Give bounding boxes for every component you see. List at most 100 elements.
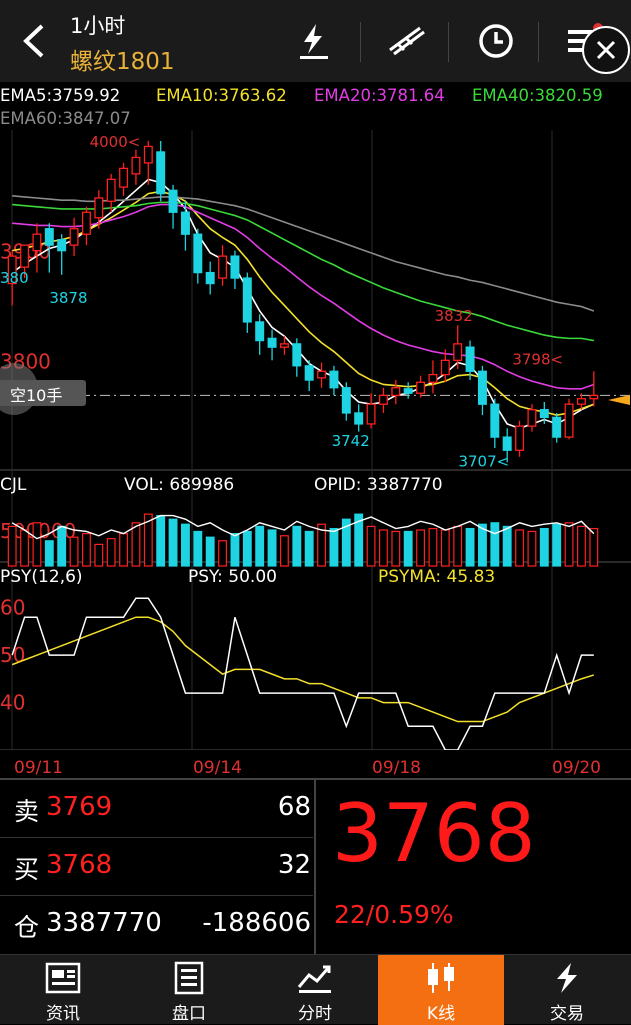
- tab-trade[interactable]: 交易: [504, 955, 630, 1025]
- psy-line: [11, 597, 594, 750]
- date-label: 09/18: [372, 758, 421, 778]
- volume-bar: [527, 530, 537, 567]
- candle-body: [69, 228, 79, 246]
- tab-orderbook[interactable]: 盘口: [126, 955, 252, 1025]
- current-price-arrow: [608, 395, 630, 405]
- volume-bar: [181, 523, 190, 567]
- psy-axis-label: 40: [0, 691, 25, 715]
- candle-body: [539, 409, 549, 419]
- ask-volume: 68: [277, 792, 311, 822]
- candle-body: [218, 255, 228, 279]
- volume-bar: [57, 525, 67, 567]
- draw-line-icon[interactable]: [384, 20, 428, 62]
- volume-bar: [329, 527, 339, 567]
- back-arrow-icon[interactable]: [18, 22, 50, 60]
- volume-bar: [539, 527, 549, 567]
- ema20-line: [12, 203, 595, 390]
- candle-body: [279, 343, 289, 348]
- news-icon: [45, 962, 81, 994]
- ema60-value: EMA60:3847.07: [0, 109, 131, 128]
- volume-bar: [230, 532, 240, 567]
- volume-bar: [304, 530, 314, 567]
- timeshare-icon: [297, 965, 331, 993]
- volume-bar: [267, 529, 277, 567]
- candle-body: [465, 346, 475, 372]
- psy-value: PSY: 50.00: [188, 567, 277, 587]
- tab-label: 交易: [550, 1004, 584, 1024]
- tab-news[interactable]: 资讯: [0, 955, 126, 1025]
- ema5-value: EMA5:3759.92: [0, 86, 121, 105]
- candle-body: [564, 403, 574, 438]
- psyma-value: PSYMA: 45.83: [378, 567, 495, 587]
- candle-body: [453, 343, 463, 361]
- bid-row[interactable]: 买 3768 32: [0, 838, 313, 896]
- candle-body: [329, 370, 339, 389]
- candle-body: [440, 359, 450, 376]
- candle-body: [490, 403, 500, 438]
- volume-bar: [589, 527, 599, 567]
- volume-bar: [490, 522, 500, 567]
- candle-body: [317, 370, 327, 379]
- oi-change: -188606: [202, 908, 311, 938]
- candle-body: [341, 387, 351, 414]
- volume-bar: [82, 532, 91, 567]
- kline-chart[interactable]: 390038004000<3878383237423798<3707<380CJ…: [0, 130, 631, 750]
- kline-icon: [428, 963, 454, 993]
- candle-body: [20, 244, 30, 268]
- bid-label: 买: [14, 855, 40, 884]
- quote-panel: 卖 3769 68 买 3768 32 仓 3387770 -188606 37…: [0, 778, 631, 956]
- candle-body: [366, 403, 376, 425]
- tab-kline[interactable]: K线: [378, 955, 504, 1025]
- candle-body: [255, 321, 265, 342]
- volume-bar: [502, 525, 512, 567]
- clock-icon[interactable]: [474, 20, 518, 62]
- close-button[interactable]: [582, 26, 630, 74]
- period-label[interactable]: 1小时: [70, 10, 125, 40]
- volume-bar: [168, 518, 178, 567]
- volume-bar: [428, 527, 438, 567]
- ask-row[interactable]: 卖 3769 68: [0, 780, 313, 838]
- candle-body: [391, 387, 401, 397]
- last-price: 3768: [332, 787, 536, 880]
- candle-body: [156, 151, 166, 195]
- volume-panel-title: CJL: [0, 475, 27, 495]
- volume-bar: [564, 522, 574, 567]
- volume-bar: [453, 525, 463, 567]
- volume-bar: [193, 530, 203, 567]
- tab-label: 分时: [298, 1004, 332, 1024]
- lightning-icon[interactable]: [292, 20, 336, 62]
- tab-timeshare[interactable]: 分时: [252, 955, 378, 1025]
- volume-bar: [478, 523, 487, 567]
- ema20-value: EMA20:3781.64: [314, 86, 445, 105]
- volume-bar: [156, 514, 166, 567]
- volume-bar: [366, 525, 376, 567]
- candle-body: [94, 197, 104, 219]
- candle-body: [119, 167, 129, 188]
- volume-bar: [577, 525, 586, 567]
- high-annotation: 3832: [435, 307, 473, 325]
- candle-body: [292, 343, 302, 367]
- candle-body: [576, 398, 586, 405]
- candle-body: [403, 388, 413, 394]
- volume-bar: [205, 536, 215, 567]
- volume-bar: [119, 532, 128, 567]
- candle-body: [57, 239, 67, 252]
- close-icon: [596, 40, 616, 60]
- oi-label: 仓: [14, 913, 40, 942]
- volume-bar: [94, 543, 104, 567]
- quote-divider: [314, 780, 316, 956]
- volume-bar: [292, 525, 302, 567]
- psy-panel-title: PSY(12,6): [0, 567, 83, 587]
- high-annotation: 3798<: [512, 351, 563, 369]
- symbol-label[interactable]: 螺纹1801: [70, 42, 175, 76]
- tab-label: 资讯: [46, 1004, 80, 1024]
- candle-body: [304, 365, 314, 381]
- opid-value: OPID: 3387770: [314, 475, 443, 495]
- volume-bar: [7, 525, 17, 567]
- candle-body: [242, 277, 252, 323]
- candle-body: [527, 409, 537, 427]
- candle-body: [32, 233, 42, 252]
- volume-bar: [242, 530, 252, 567]
- bid-volume: 32: [277, 850, 311, 880]
- volume-bar: [280, 535, 289, 567]
